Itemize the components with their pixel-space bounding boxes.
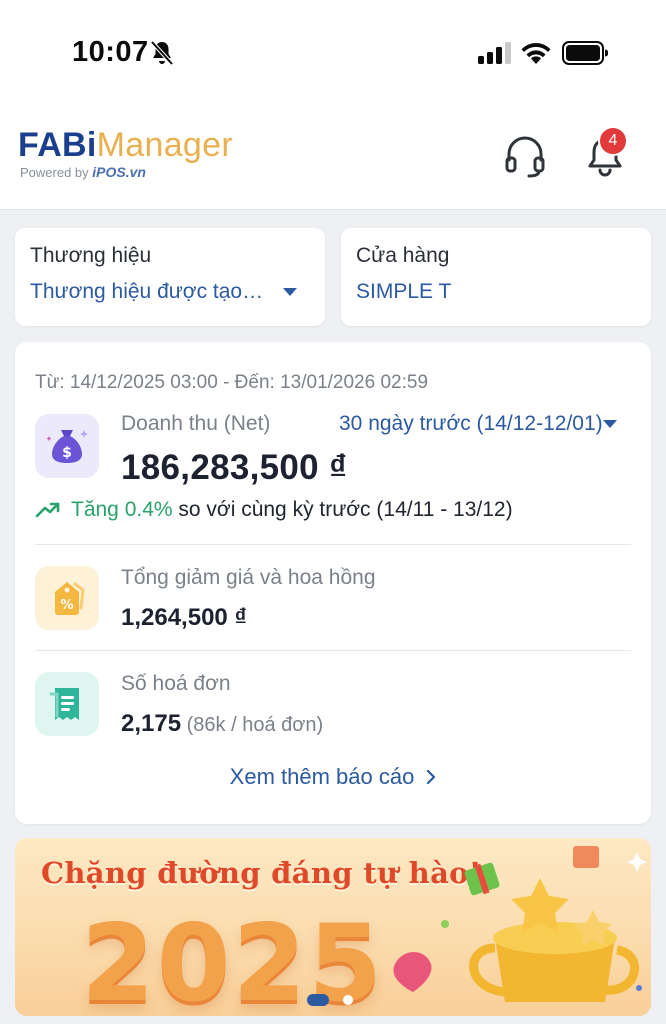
- powered-prefix: Powered by: [20, 165, 89, 180]
- revenue-label: Doanh thu (Net): [121, 412, 271, 435]
- app-header: FABiManager Powered by iPOS.vn 4: [0, 100, 666, 210]
- chevron-right-icon: [427, 770, 436, 784]
- discount-label: Tổng giảm giá và hoa hồng: [121, 566, 376, 589]
- app-logo: FABiManager: [18, 126, 233, 164]
- powered-brand: iPOS.vn: [92, 164, 146, 180]
- bell-slash-icon: [150, 40, 174, 66]
- revenue-trend: Tăng 0.4% so với cùng kỳ trước (14/11 - …: [35, 498, 513, 522]
- money-bag-icon: $: [35, 414, 99, 478]
- store-selector[interactable]: Cửa hàng SIMPLE T: [341, 228, 651, 326]
- discount-tag-icon: %: [35, 566, 99, 630]
- trophy-celebration-icon: [393, 846, 647, 1002]
- status-bar: 10:07: [0, 0, 666, 100]
- store-selector-label: Cửa hàng: [356, 244, 450, 267]
- headset-icon[interactable]: [504, 134, 546, 178]
- revenue-value: 186,283,500 ₫: [121, 448, 348, 487]
- logo-primary: FABi: [18, 126, 97, 164]
- powered-by: Powered by iPOS.vn: [20, 164, 146, 180]
- carousel-dot[interactable]: [343, 995, 353, 1005]
- view-more-label: Xem thêm báo cáo: [229, 764, 415, 789]
- discount-value: 1,264,500 ₫: [121, 604, 247, 631]
- carousel-indicator[interactable]: [307, 994, 367, 1008]
- notification-badge: 4: [598, 126, 628, 156]
- cellular-signal-icon: [478, 42, 511, 64]
- divider: [35, 650, 631, 651]
- divider: [35, 544, 631, 545]
- view-more-reports-link[interactable]: Xem thêm báo cáo: [15, 764, 651, 790]
- date-range: Từ: 14/12/2025 03:00 - Đến: 13/01/2026 0…: [35, 372, 429, 393]
- chevron-down-icon: [603, 420, 617, 428]
- trend-percent: Tăng 0.4%: [71, 498, 173, 521]
- logo-secondary: Manager: [96, 126, 233, 164]
- receipt-icon: [35, 672, 99, 736]
- invoices-value: 2,175 (86k / hoá đơn): [121, 710, 323, 738]
- brand-selector-value: Thương hiệu được tạo tự động: [30, 280, 268, 303]
- promo-banner[interactable]: Chặng đường đáng tự hào! 2025: [15, 838, 651, 1016]
- summary-card: Từ: 14/12/2025 03:00 - Đến: 13/01/2026 0…: [15, 342, 651, 824]
- invoices-average: (86k / hoá đơn): [181, 714, 324, 736]
- invoices-count: 2,175: [121, 710, 182, 737]
- trend-comparison: so với cùng kỳ trước (14/11 - 13/12): [172, 498, 513, 521]
- wifi-icon: [521, 42, 551, 64]
- svg-text:%: %: [60, 598, 73, 613]
- period-selector[interactable]: 30 ngày trước (14/12-12/01): [339, 412, 603, 436]
- battery-icon: [562, 41, 608, 65]
- status-time: 10:07: [72, 36, 149, 68]
- brand-selector-label: Thương hiệu: [30, 244, 152, 267]
- brand-selector[interactable]: Thương hiệu Thương hiệu được tạo tự động: [15, 228, 325, 326]
- store-selector-value: SIMPLE T: [356, 280, 452, 303]
- chevron-down-icon: [283, 288, 297, 296]
- svg-text:$: $: [62, 445, 72, 461]
- trending-up-icon: [35, 502, 60, 518]
- invoices-label: Số hoá đơn: [121, 672, 231, 695]
- carousel-dot-active[interactable]: [307, 994, 329, 1006]
